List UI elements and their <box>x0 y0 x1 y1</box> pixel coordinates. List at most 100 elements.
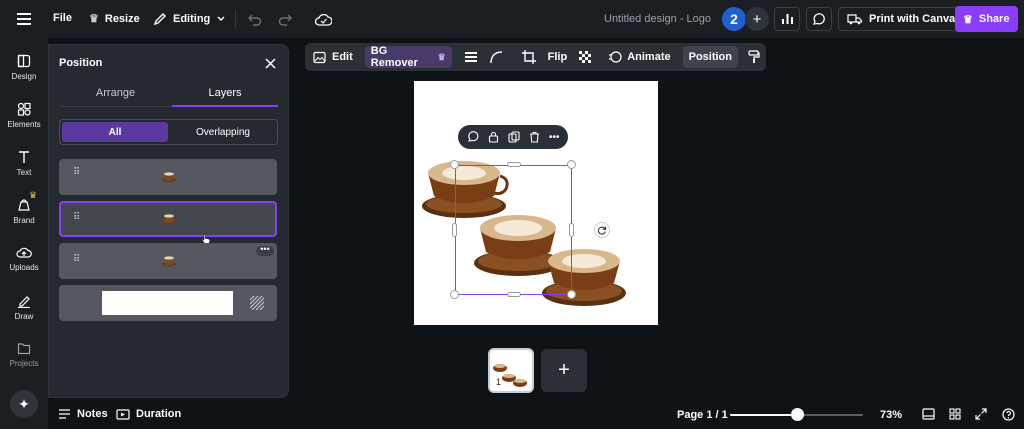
resize-handle[interactable] <box>452 223 457 237</box>
position-button[interactable]: Position <box>682 46 738 68</box>
sidebar-item-brand[interactable]: Brand <box>0 198 48 225</box>
chevron-down-icon <box>217 16 225 21</box>
menu-icon[interactable] <box>16 12 32 26</box>
element-floating-toolbar: ••• <box>458 125 568 149</box>
plus-icon: + <box>558 359 570 381</box>
corner-rounding-button[interactable] <box>484 46 510 68</box>
redo-icon[interactable] <box>277 11 293 27</box>
comment-icon[interactable] <box>806 7 832 31</box>
grid-view-icon[interactable] <box>948 407 962 421</box>
design-icon <box>17 54 31 68</box>
position-panel: Position Arrange Layers All Overlapping … <box>48 44 289 398</box>
duplicate-icon[interactable] <box>508 131 520 143</box>
add-collaborator-button[interactable]: + <box>745 7 769 31</box>
add-page-button[interactable]: + <box>541 349 587 392</box>
sidebar-item-label: Uploads <box>9 263 39 272</box>
resize-label: Resize <box>104 12 140 25</box>
more-options-icon[interactable]: ••• <box>256 245 274 256</box>
border-style-icon <box>464 52 477 62</box>
bottom-bar: Notes Duration Page 1 / 1 73% <box>48 400 1024 429</box>
position-label: Position <box>688 51 732 63</box>
transparency-icon <box>250 296 264 310</box>
sidebar-item-uploads[interactable]: Uploads <box>0 246 48 272</box>
panel-title: Position <box>59 57 103 69</box>
resize-handle[interactable] <box>567 160 576 169</box>
design-canvas-page[interactable]: ••• <box>414 81 658 325</box>
comment-add-icon[interactable] <box>467 131 479 143</box>
flip-button[interactable]: Flip <box>542 46 574 68</box>
resize-handle[interactable] <box>450 160 459 169</box>
crop-button[interactable] <box>516 46 542 68</box>
file-menu[interactable]: File <box>53 12 72 24</box>
page-thumbnail[interactable]: 1 <box>488 348 534 393</box>
resize-handle[interactable] <box>567 290 576 299</box>
sidebar-item-label: Text <box>16 168 32 177</box>
resize-handle[interactable] <box>450 290 459 299</box>
toggle-overlapping-label: Overlapping <box>196 126 250 138</box>
lock-icon[interactable] <box>488 131 499 143</box>
tab-layers[interactable]: Layers <box>172 87 278 99</box>
edit-image-button[interactable]: Edit <box>307 46 359 68</box>
sidebar-item-elements[interactable]: Elements <box>0 102 48 129</box>
print-with-canva-button[interactable]: Print with Canva <box>838 7 965 31</box>
sidebar-item-draw[interactable]: Draw <box>0 294 48 321</box>
top-bar: File ♛ Resize Editing Untitled design - … <box>0 0 1024 38</box>
resize-handle[interactable] <box>569 223 574 237</box>
crown-icon: ♛ <box>29 190 38 200</box>
transparency-button[interactable] <box>573 46 598 68</box>
paint-roller-icon <box>748 50 760 63</box>
coffee-cup-thumbnail <box>162 256 176 267</box>
zoom-slider-thumb[interactable] <box>790 408 804 421</box>
share-label: Share <box>978 13 1010 25</box>
layer-row-selected[interactable]: ⠿ <box>59 201 277 245</box>
sidebar-item-projects[interactable]: Projects <box>0 342 48 368</box>
design-title[interactable]: Untitled design - Logo <box>604 13 711 25</box>
layer-row[interactable]: ⠿ ••• <box>59 243 277 279</box>
flip-label: Flip <box>547 51 568 63</box>
resize-handle[interactable] <box>507 292 521 297</box>
page-indicator[interactable]: Page 1 / 1 <box>677 409 728 421</box>
more-options-icon[interactable]: ••• <box>549 132 560 143</box>
resize-handle[interactable] <box>507 162 521 167</box>
drag-handle-icon[interactable]: ⠿ <box>73 254 80 265</box>
help-icon[interactable] <box>1001 407 1015 421</box>
bg-remover-button[interactable]: BG Remover ♛ <box>364 45 452 69</box>
drag-handle-icon[interactable]: ⠿ <box>73 168 80 178</box>
border-style-button[interactable] <box>458 46 484 68</box>
duration-label: Duration <box>136 408 182 420</box>
toggle-all[interactable]: All <box>62 122 168 142</box>
fullscreen-icon[interactable] <box>974 407 988 421</box>
sidebar-item-label: Draw <box>14 312 34 321</box>
insights-chart-icon[interactable] <box>774 7 800 31</box>
sparkle-icon: ✦ <box>18 395 30 412</box>
coffee-cup-thumbnail <box>162 214 176 225</box>
zoom-level[interactable]: 73% <box>880 409 902 421</box>
sidebar-item-text[interactable]: Text <box>0 150 48 177</box>
copy-style-button[interactable] <box>742 46 766 68</box>
rotate-handle[interactable] <box>594 222 610 238</box>
duration-button[interactable]: Duration <box>116 408 181 420</box>
tab-arrange[interactable]: Arrange <box>59 87 172 99</box>
share-button[interactable]: ♛ Share <box>955 6 1018 32</box>
toggle-overlapping[interactable]: Overlapping <box>170 122 276 142</box>
sidebar-item-design[interactable]: Design <box>0 54 48 81</box>
magic-sparkle-button[interactable]: ✦ <box>10 390 38 418</box>
collaborator-avatar[interactable]: 2 <box>722 7 746 31</box>
drag-handle-icon[interactable]: ⠿ <box>73 212 80 223</box>
selection-bounding-box[interactable] <box>455 165 572 295</box>
close-icon[interactable] <box>263 56 277 70</box>
layer-row[interactable]: ⠿ <box>59 159 277 195</box>
editing-mode-button[interactable]: Editing <box>153 12 226 26</box>
toggle-all-label: All <box>108 126 122 138</box>
plus-icon: + <box>752 10 762 28</box>
context-toolbar: Edit BG Remover ♛ Flip Animate Position <box>305 43 766 71</box>
layer-row-background[interactable] <box>59 285 277 321</box>
trash-icon[interactable] <box>529 131 540 143</box>
notes-button[interactable]: Notes <box>58 408 108 420</box>
cloud-save-icon[interactable] <box>314 11 332 27</box>
animate-icon <box>609 51 622 63</box>
page-view-icon[interactable] <box>921 407 935 421</box>
undo-icon[interactable] <box>246 11 262 27</box>
animate-button[interactable]: Animate <box>602 46 676 68</box>
resize-button[interactable]: ♛ Resize <box>89 12 140 26</box>
